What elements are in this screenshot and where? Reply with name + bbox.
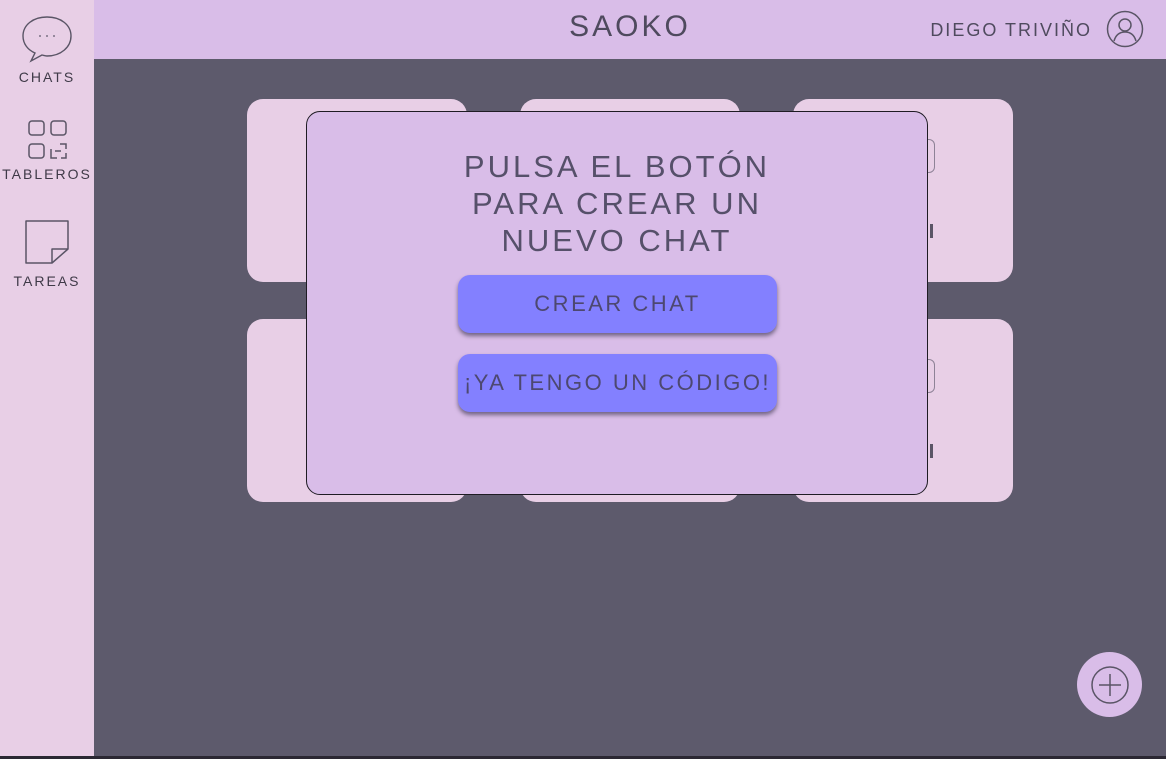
add-button[interactable]: [1077, 652, 1142, 717]
sidebar-item-chats[interactable]: CHATS: [0, 15, 94, 85]
sidebar-item-label: TABLEROS: [2, 166, 92, 182]
user-menu[interactable]: DIEGO TRIVIÑO: [930, 10, 1144, 48]
user-name: DIEGO TRIVIÑO: [930, 20, 1092, 40]
sticky-note-icon: [25, 220, 69, 264]
have-code-button[interactable]: ¡YA TENGO UN CÓDIGO!: [458, 354, 777, 412]
sidebar: CHATS TABLEROS TAREAS: [0, 0, 94, 756]
plus-icon: [1090, 665, 1129, 704]
modal-title: PULSA EL BOTÓN PARA CREAR UN NUEVO CHAT: [463, 149, 771, 258]
card-decoration: [927, 359, 935, 393]
user-circle-icon[interactable]: [1106, 10, 1144, 48]
boards-grid-icon: [28, 120, 67, 159]
sidebar-item-tableros[interactable]: TABLEROS: [0, 119, 94, 182]
new-chat-modal: PULSA EL BOTÓN PARA CREAR UN NUEVO CHAT …: [306, 111, 928, 495]
card-decoration: [927, 139, 935, 173]
top-bar: SAOKO DIEGO TRIVIÑO: [94, 0, 1166, 59]
sidebar-item-label: TAREAS: [13, 273, 81, 289]
chat-bubble-icon: [22, 16, 72, 63]
sidebar-item-tareas[interactable]: TAREAS: [0, 219, 94, 289]
card-decoration: [930, 444, 933, 458]
card-decoration: [930, 224, 933, 238]
sidebar-item-label: CHATS: [18, 69, 76, 85]
create-chat-button[interactable]: CREAR CHAT: [458, 275, 777, 333]
